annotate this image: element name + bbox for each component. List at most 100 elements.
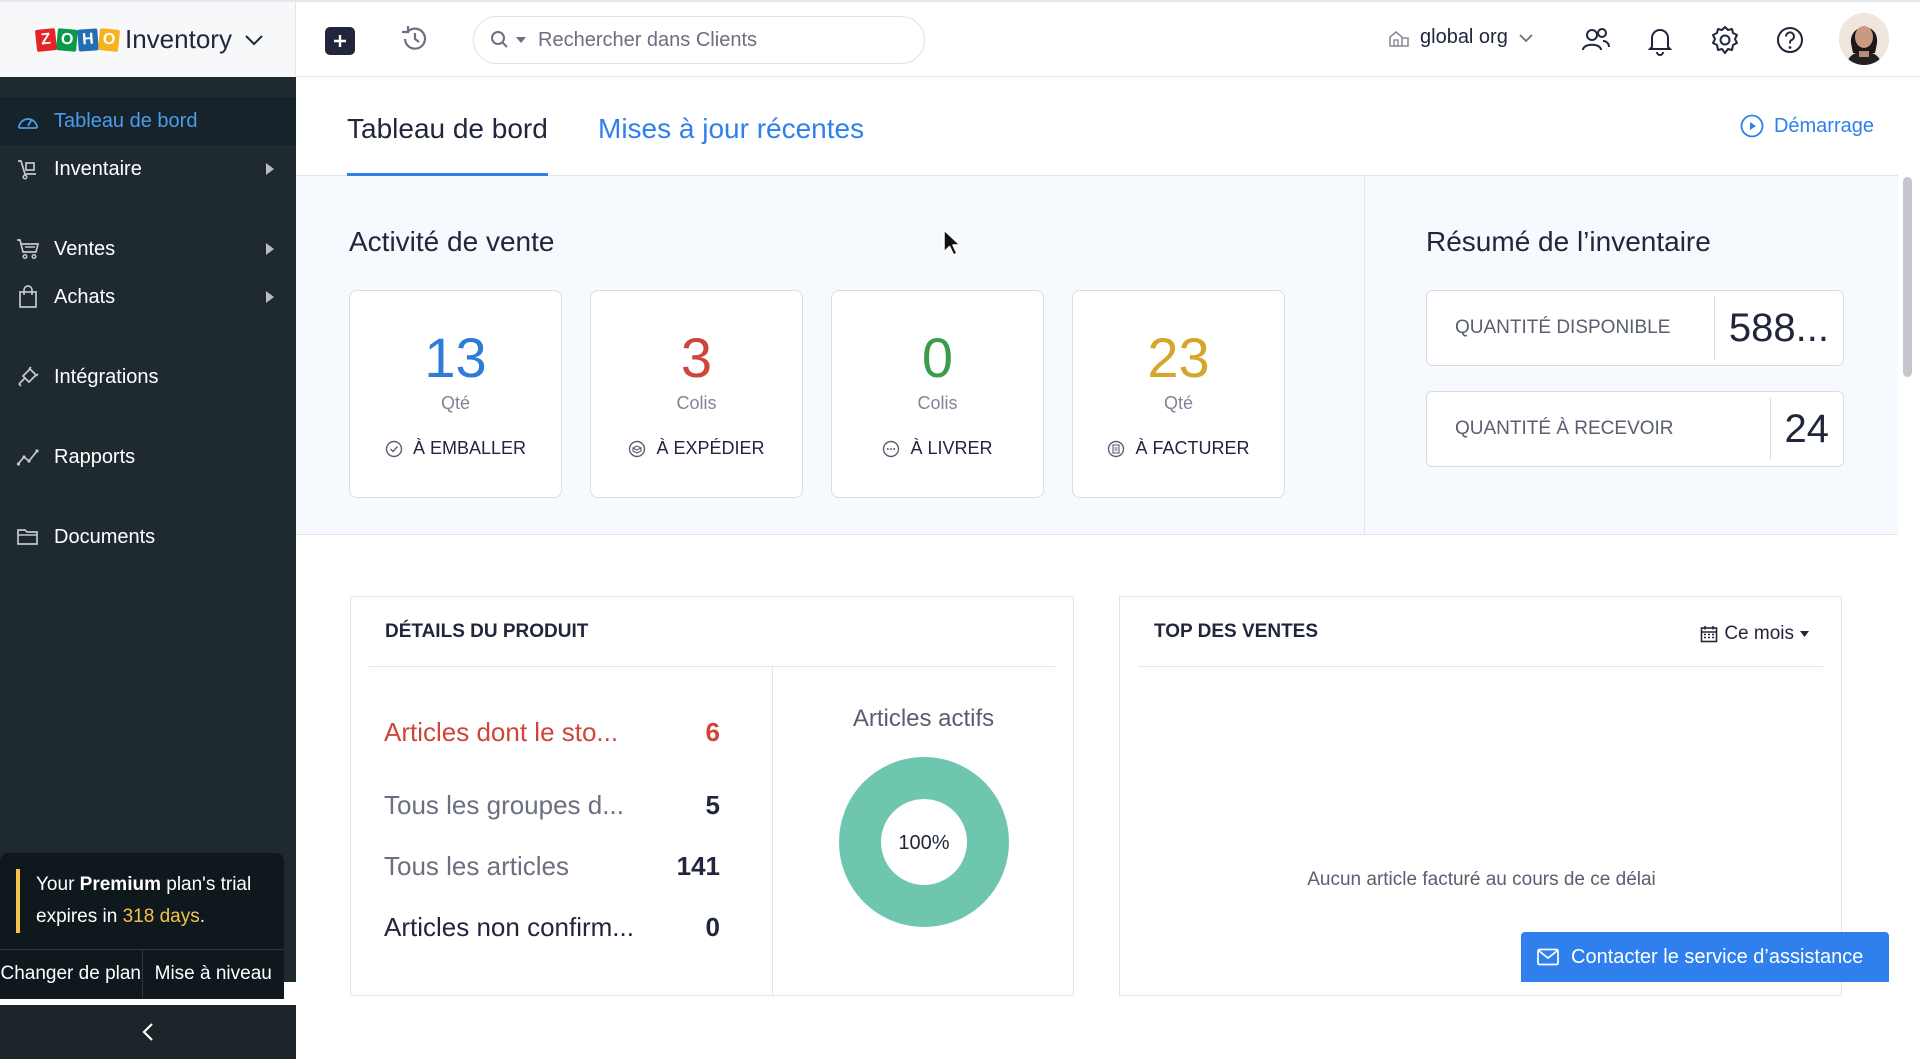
inventory-label: QUANTITÉ À RECEVOIR [1455, 418, 1674, 439]
tab-dashboard[interactable]: Tableau de bord [347, 113, 548, 176]
search-scope-dropdown-icon[interactable] [516, 36, 526, 44]
sidebar: Tableau de bord Inventaire Ventes Achats… [0, 77, 296, 1059]
mouse-cursor-icon [943, 229, 961, 256]
sidebar-item-dashboard[interactable]: Tableau de bord [0, 97, 296, 145]
sidebar-item-integrations[interactable]: Intégrations [0, 353, 296, 401]
trial-notice: Your Premium plan's trial expires in 318… [0, 853, 284, 999]
change-plan-button[interactable]: Changer de plan [0, 950, 142, 999]
recent-history-button[interactable] [398, 22, 432, 56]
organization-name: global org [1420, 26, 1508, 48]
contact-support-label: Contacter le service d’assistance [1571, 945, 1864, 968]
app-switcher[interactable]: Z O H O Inventory [0, 2, 296, 77]
app-name: Inventory [125, 24, 232, 54]
card-title: TOP DES VENTES [1154, 620, 1319, 642]
product-details-card: DÉTAILS DU PRODUIT Articles dont le sto.… [350, 596, 1074, 997]
scrollbar-thumb[interactable] [1903, 177, 1912, 377]
cart-icon [16, 237, 40, 261]
quantity-to-receive-row: QUANTITÉ À RECEVOIR 24 [1426, 391, 1844, 467]
dashboard-tabs: Tableau de bord Mises à jour récentes Dé… [296, 77, 1898, 176]
product-detail-row[interactable]: Articles dont le sto... 6 [384, 717, 720, 748]
sidebar-item-documents[interactable]: Documents [0, 513, 296, 561]
product-detail-row[interactable]: Tous les articles 141 [384, 851, 720, 882]
plan-name: Premium [79, 874, 161, 895]
upgrade-button[interactable]: Mise à niveau [141, 950, 285, 999]
logo-letter: Z [34, 27, 58, 52]
quick-create-button[interactable] [325, 27, 355, 55]
search-icon[interactable] [490, 30, 510, 50]
sidebar-item-purchases[interactable]: Achats [0, 273, 296, 321]
tab-recent-updates[interactable]: Mises à jour récentes [598, 113, 864, 145]
section-title: Activité de vente [349, 226, 555, 257]
kpi-card-to-deliver[interactable]: 0 Colis À LIVRER [831, 290, 1044, 498]
sidebar-item-label: Intégrations [54, 365, 159, 388]
inventory-label: QUANTITÉ DISPONIBLE [1455, 317, 1671, 338]
kpi-action-label: À EMBALLER [412, 438, 527, 458]
kpi-card-to-pack[interactable]: 13 Qté À EMBALLER [349, 290, 562, 498]
getting-started-link[interactable]: Démarrage [1740, 114, 1874, 138]
sidebar-item-label: Tableau de bord [54, 109, 198, 132]
mail-icon [1537, 948, 1559, 966]
product-detail-label: Articles non confirm... [384, 912, 634, 942]
sidebar-item-label: Achats [54, 285, 116, 308]
kpi-value: 13 [424, 326, 487, 389]
sidebar-item-sales[interactable]: Ventes [0, 225, 296, 273]
kpi-card-to-ship[interactable]: 3 Colis À EXPÉDIER [590, 290, 803, 498]
reports-icon [16, 445, 40, 469]
trial-days-remaining: 318 days [122, 906, 200, 927]
chevron-left-icon [142, 1023, 153, 1041]
help-icon[interactable] [1774, 24, 1806, 56]
kpi-action-label: À EXPÉDIER [656, 438, 765, 458]
play-circle-icon [1740, 114, 1764, 138]
period-label: Ce mois [1724, 623, 1794, 644]
inventory-icon [16, 157, 40, 181]
kpi-unit: Qté [440, 393, 470, 413]
submenu-arrow-icon [266, 291, 274, 303]
user-avatar[interactable] [1839, 13, 1889, 65]
organization-switcher[interactable]: global org [1388, 26, 1534, 49]
kpi-action-label: À FACTURER [1135, 438, 1250, 458]
donut-percent-label: 100% [898, 832, 949, 854]
product-detail-row[interactable]: Tous les groupes d... 5 [384, 790, 720, 821]
users-icon[interactable] [1580, 24, 1612, 56]
logo-letter: H [77, 27, 99, 52]
product-detail-label: Articles dont le sto... [384, 717, 619, 747]
invoice-icon [1108, 440, 1125, 457]
kpi-value: 23 [1147, 326, 1210, 389]
organization-icon [1389, 30, 1409, 47]
product-detail-value: 5 [705, 790, 720, 820]
sales-activity-section: Activité de vente 13 Qté À EMBALLER 3 Co… [296, 176, 1365, 534]
plus-icon [334, 35, 346, 47]
settings-gear-icon[interactable] [1709, 24, 1741, 56]
search-bar[interactable]: Rechercher dans Clients [473, 16, 925, 64]
dashboard-icon [16, 109, 40, 133]
active-items-donut-chart: 100% [839, 757, 1009, 927]
product-detail-label: Tous les articles [384, 851, 569, 881]
notification-bell-icon[interactable] [1644, 24, 1676, 56]
sidebar-item-inventory[interactable]: Inventaire [0, 145, 296, 193]
quantity-in-hand-row: QUANTITÉ DISPONIBLE 588... [1426, 290, 1844, 366]
kpi-value: 3 [680, 326, 713, 389]
collapse-sidebar-button[interactable] [0, 1005, 296, 1059]
card-title: DÉTAILS DU PRODUIT [385, 620, 589, 642]
product-detail-value: 141 [676, 851, 720, 881]
trial-message: Your Premium plan's trial expires in 318… [16, 869, 272, 933]
search-input[interactable]: Rechercher dans Clients [538, 29, 757, 52]
empty-state-message: Aucun article facturé au cours de ce dél… [1307, 869, 1656, 890]
plug-icon [16, 365, 40, 389]
section-title: Résumé de l’inventaire [1426, 226, 1711, 257]
sidebar-item-reports[interactable]: Rapports [0, 433, 296, 481]
kpi-card-to-invoice[interactable]: 23 Qté À FACTURER [1072, 290, 1285, 498]
kpi-action-label: À LIVRER [910, 438, 993, 458]
product-detail-row[interactable]: Articles non confirm... 0 [384, 912, 720, 943]
inventory-value: 24 [1769, 398, 1844, 460]
kpi-unit: Qté [1163, 393, 1193, 413]
main-content: Tableau de bord Mises à jour récentes Dé… [296, 77, 1898, 997]
product-detail-value: 0 [705, 912, 720, 942]
vertical-scrollbar[interactable] [1900, 177, 1916, 982]
sidebar-item-label: Inventaire [54, 157, 142, 180]
pending-dots-icon [883, 440, 900, 457]
kpi-unit: Colis [676, 393, 717, 413]
period-dropdown[interactable]: Ce mois [1700, 623, 1809, 645]
zoho-logo: Z O H O [34, 27, 121, 52]
contact-support-button[interactable]: Contacter le service d’assistance [1521, 932, 1889, 982]
